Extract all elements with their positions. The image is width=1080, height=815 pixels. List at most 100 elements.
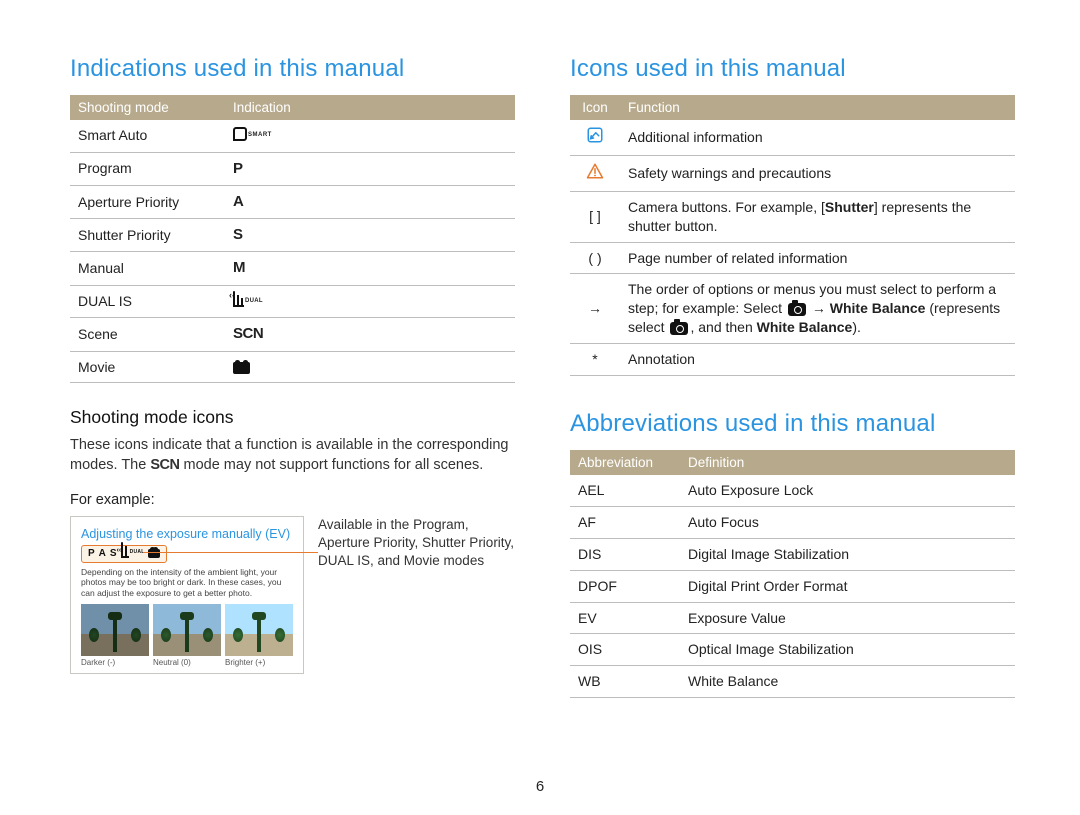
example-row: Adjusting the exposure manually (EV) P A… [70, 516, 515, 675]
dual-is-icon: ‹‹DUAL [233, 293, 262, 312]
thumb-item: Brighter (+) [225, 604, 293, 667]
icon-cell: ( ) [570, 242, 620, 274]
table-row: * Annotation [570, 344, 1015, 376]
example-hint: Depending on the intensity of the ambien… [81, 567, 293, 599]
icon-cell: [ ] [570, 191, 620, 242]
note-icon [586, 126, 604, 144]
mode-cell: Program [70, 152, 225, 185]
abbr-cell: AEL [570, 475, 680, 506]
icon-cell [570, 120, 620, 155]
icon-cell: * [570, 344, 620, 376]
def-cell: Auto Focus [680, 506, 1015, 538]
function-cell: The order of options or menus you must s… [620, 274, 1015, 344]
page-number: 6 [536, 778, 544, 795]
mode-strip: P A S ‹‹DUAL [81, 545, 167, 563]
thumb-brighter [225, 604, 293, 656]
indication-cell: SMART [225, 120, 515, 152]
th-shooting-mode: Shooting mode [70, 95, 225, 120]
table-row: WBWhite Balance [570, 666, 1015, 698]
warning-icon [586, 162, 604, 180]
mode-cell: Manual [70, 252, 225, 285]
table-row: [ ] Camera buttons. For example, [Shutte… [570, 191, 1015, 242]
thumb-item: Darker (-) [81, 604, 149, 667]
thumb-label: Neutral (0) [153, 658, 221, 667]
indications-title: Indications used in this manual [70, 55, 515, 83]
example-box: Adjusting the exposure manually (EV) P A… [70, 516, 304, 675]
indication-cell: A [225, 185, 515, 218]
mode-cell: Movie [70, 351, 225, 383]
indication-cell: ‹‹DUAL [225, 285, 515, 318]
page-columns: Indications used in this manual Shooting… [70, 55, 1015, 698]
table-row: AFAuto Focus [570, 506, 1015, 538]
shooting-mode-icons-title: Shooting mode icons [70, 407, 515, 428]
th-icon: Icon [570, 95, 620, 120]
thumb-label: Darker (-) [81, 658, 149, 667]
example-title: Adjusting the exposure manually (EV) [81, 527, 293, 541]
mode-cell: Aperture Priority [70, 185, 225, 218]
abbr-cell: WB [570, 666, 680, 698]
abbreviations-title: Abbreviations used in this manual [570, 410, 1015, 438]
def-cell: Exposure Value [680, 602, 1015, 634]
mode-cell: DUAL IS [70, 285, 225, 318]
function-cell: Page number of related information [620, 242, 1015, 274]
function-cell: Annotation [620, 344, 1015, 376]
abbr-cell: EV [570, 602, 680, 634]
icons-title: Icons used in this manual [570, 55, 1015, 83]
mode-strip-icon: S [110, 548, 117, 559]
table-row: Additional information [570, 120, 1015, 155]
table-row: Smart Auto SMART [70, 120, 515, 152]
table-row: OISOptical Image Stabilization [570, 634, 1015, 666]
table-row: DUAL IS ‹‹DUAL [70, 285, 515, 318]
def-cell: Digital Image Stabilization [680, 538, 1015, 570]
indication-cell: P [225, 152, 515, 185]
def-cell: Digital Print Order Format [680, 570, 1015, 602]
icon-cell: → [570, 274, 620, 344]
smart-auto-icon: SMART [233, 127, 271, 146]
table-row: Program P [70, 152, 515, 185]
movie-icon [233, 362, 250, 374]
table-row: Scene SCN [70, 318, 515, 351]
shooting-mode-icons-text: These icons indicate that a function is … [70, 436, 515, 475]
th-definition: Definition [680, 450, 1015, 475]
abbr-cell: DIS [570, 538, 680, 570]
indication-cell: SCN [225, 318, 515, 351]
mode-cell: Shutter Priority [70, 219, 225, 252]
mode-strip-icon: A [99, 548, 106, 559]
def-cell: Auto Exposure Lock [680, 475, 1015, 506]
indication-cell [225, 351, 515, 383]
table-row: Aperture Priority A [70, 185, 515, 218]
table-row: → The order of options or menus you must… [570, 274, 1015, 344]
function-cell: Camera buttons. For example, [Shutter] r… [620, 191, 1015, 242]
function-cell: Additional information [620, 120, 1015, 155]
thumb-item: Neutral (0) [153, 604, 221, 667]
mode-strip-icon: P [88, 548, 95, 559]
indication-cell: M [225, 252, 515, 285]
icons-table: Icon Function Additional information [570, 95, 1015, 376]
table-row: DISDigital Image Stabilization [570, 538, 1015, 570]
thumb-darker [81, 604, 149, 656]
def-cell: White Balance [680, 666, 1015, 698]
example-note: Available in the Program, Aperture Prior… [318, 516, 515, 571]
icon-cell [570, 155, 620, 191]
table-row: DPOFDigital Print Order Format [570, 570, 1015, 602]
abbr-cell: AF [570, 506, 680, 538]
abbreviations-table: Abbreviation Definition AELAuto Exposure… [570, 450, 1015, 698]
thumb-label: Brighter (+) [225, 658, 293, 667]
mode-strip-movie-icon [148, 549, 160, 558]
camera-button-icon [670, 322, 688, 335]
table-row: AELAuto Exposure Lock [570, 475, 1015, 506]
mode-cell: Scene [70, 318, 225, 351]
table-row: Safety warnings and precautions [570, 155, 1015, 191]
example-thumbs: Darker (-) Neutral (0) Brighter (+) [81, 604, 293, 667]
indication-cell: S [225, 219, 515, 252]
for-example-label: For example: [70, 492, 515, 508]
mode-cell: Smart Auto [70, 120, 225, 152]
th-abbreviation: Abbreviation [570, 450, 680, 475]
thumb-neutral [153, 604, 221, 656]
mode-strip-dual-icon: ‹‹DUAL [121, 548, 144, 560]
indications-table: Shooting mode Indication Smart Auto SMAR… [70, 95, 515, 383]
right-column: Icons used in this manual Icon Function [570, 55, 1015, 698]
camera-button-icon [788, 303, 806, 316]
def-cell: Optical Image Stabilization [680, 634, 1015, 666]
abbr-cell: DPOF [570, 570, 680, 602]
